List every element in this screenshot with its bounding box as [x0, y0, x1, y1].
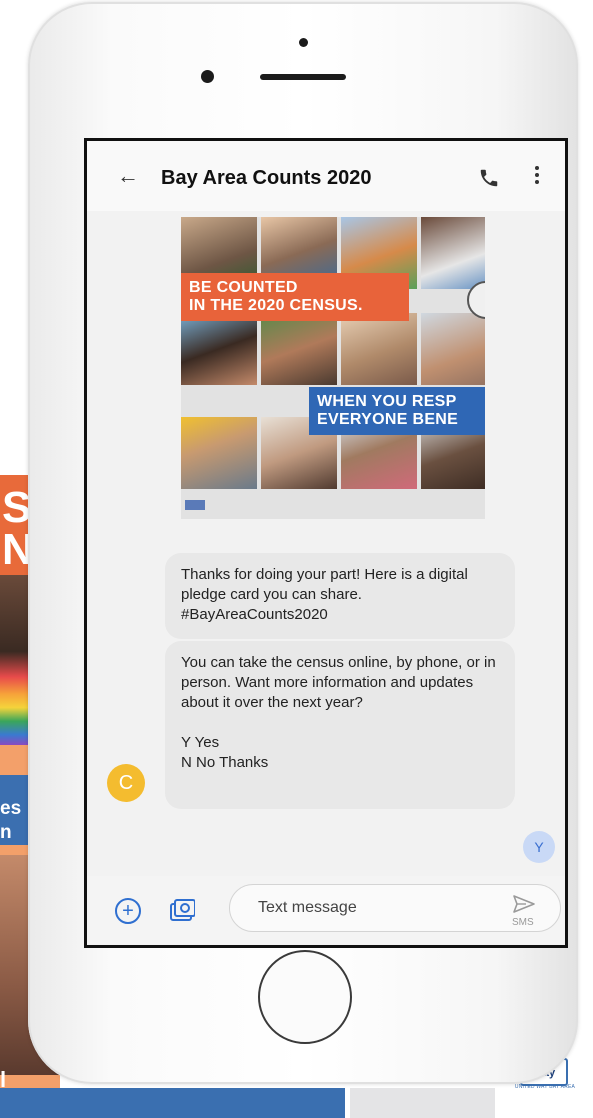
message-text: Thanks for doing your part! Here is a di… — [181, 566, 468, 623]
earpiece-speaker — [260, 74, 346, 80]
reply-option-no: N No Thanks — [181, 754, 269, 771]
photo-tile — [181, 417, 257, 489]
census-logo — [185, 500, 205, 510]
logo-subtitle: UNITED WAY BAY AREA — [514, 1084, 576, 1090]
message-bubble[interactable]: Thanks for doing your part! Here is a di… — [165, 553, 515, 639]
proximity-sensor — [201, 70, 214, 83]
poster-text-middle: es n — [0, 798, 22, 843]
bottom-strip-grey — [350, 1088, 495, 1118]
send-icon[interactable] — [512, 894, 536, 914]
reply-option-yes: Y Yes — [181, 734, 220, 751]
message-composer: + SMS — [87, 876, 565, 944]
user-avatar[interactable]: Y — [523, 831, 555, 863]
front-camera — [299, 38, 308, 47]
pledge-card-image[interactable]: BE COUNTED IN THE 2020 CENSUS. WHEN YOU … — [181, 217, 485, 519]
photo-tile — [181, 313, 257, 385]
arrow-left-icon[interactable]: ← — [117, 163, 139, 189]
photo-tile — [261, 313, 337, 385]
sender-avatar[interactable]: C — [107, 764, 145, 802]
phone-icon[interactable] — [478, 167, 500, 189]
camera-icon[interactable] — [169, 898, 195, 924]
banner-when-you-respond: WHEN YOU RESP EVERYONE BENE — [309, 387, 485, 435]
more-vert-icon[interactable] — [533, 163, 541, 189]
send-type-label: SMS — [512, 917, 534, 928]
phone-frame: ← Bay Area Counts 2020 BE COUNTED IN THE… — [28, 2, 578, 1084]
banner-be-counted: BE COUNTED IN THE 2020 CENSUS. — [181, 273, 409, 321]
home-button[interactable] — [258, 950, 352, 1044]
conversation-title: Bay Area Counts 2020 — [161, 167, 372, 189]
photo-tile — [341, 313, 417, 385]
message-text: You can take the census online, by phone… — [181, 654, 496, 711]
add-circle-icon[interactable]: + — [115, 898, 141, 924]
message-bubble[interactable]: You can take the census online, by phone… — [165, 641, 515, 809]
photo-tile — [421, 313, 485, 385]
app-bar: ← Bay Area Counts 2020 — [87, 141, 565, 211]
bottom-strip-blue — [0, 1088, 345, 1118]
messages-screen: ← Bay Area Counts 2020 BE COUNTED IN THE… — [84, 138, 568, 948]
photo-tile — [421, 217, 485, 289]
